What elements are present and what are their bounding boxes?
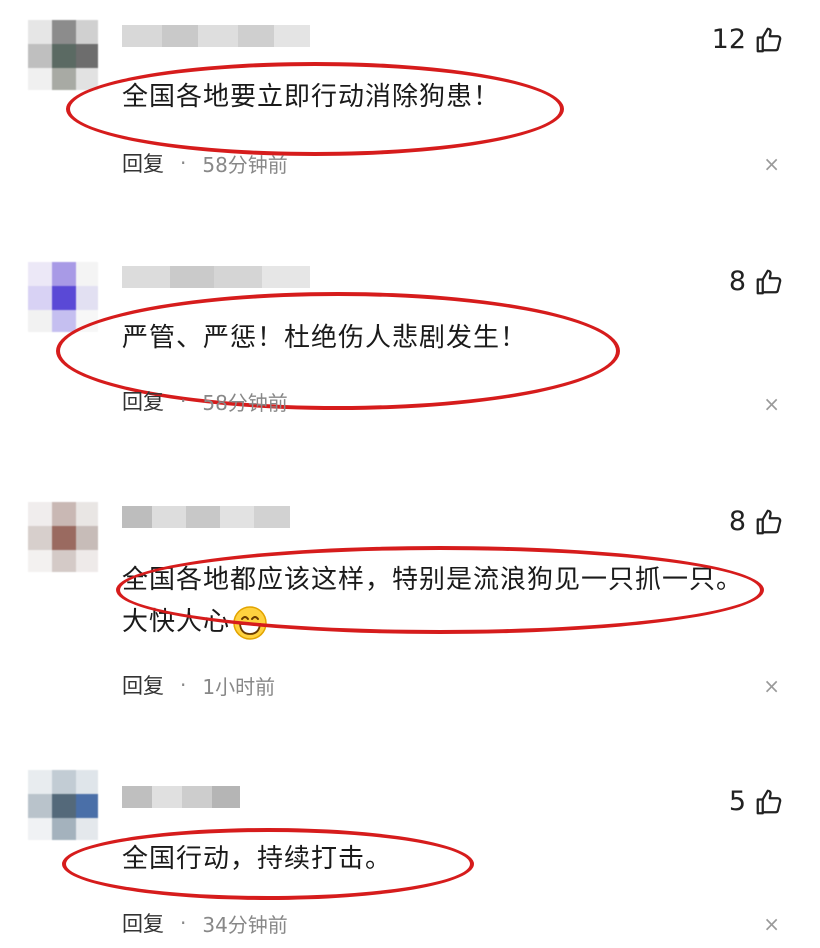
like-count: 8 xyxy=(728,506,746,537)
close-icon[interactable]: × xyxy=(763,392,780,416)
comment-text: 全国行动，持续打击。 xyxy=(122,844,393,874)
avatar[interactable] xyxy=(28,502,98,572)
comment-meta: 回复 · 58分钟前 xyxy=(122,386,288,416)
reply-button[interactable]: 回复 xyxy=(122,148,164,178)
username-blurred[interactable] xyxy=(122,25,310,47)
thumbs-up-icon[interactable] xyxy=(754,267,784,297)
close-icon[interactable]: × xyxy=(763,674,780,698)
like-count: 8 xyxy=(728,266,746,297)
like-control[interactable]: 12 xyxy=(712,24,784,55)
grinning-face-icon xyxy=(233,605,267,640)
like-count: 12 xyxy=(711,24,746,55)
avatar[interactable] xyxy=(28,770,98,840)
like-control[interactable]: 8 xyxy=(729,506,784,537)
close-icon[interactable]: × xyxy=(763,912,780,936)
like-control[interactable]: 5 xyxy=(729,786,784,817)
comment-item: 12 全国各地要立即行动消除狗患！ 回复 · 58分钟前 × xyxy=(0,20,820,220)
like-count: 5 xyxy=(728,786,746,817)
reply-button[interactable]: 回复 xyxy=(122,908,164,938)
reply-button[interactable]: 回复 xyxy=(122,386,164,416)
comment-meta: 回复 · 1小时前 xyxy=(122,670,275,700)
comment-meta: 回复 · 58分钟前 xyxy=(122,148,288,178)
close-icon[interactable]: × xyxy=(763,152,780,176)
reply-button[interactable]: 回复 xyxy=(122,670,164,700)
comment-text: 全国各地要立即行动消除狗患！ xyxy=(122,82,501,112)
username-blurred[interactable] xyxy=(122,266,310,288)
comment-meta: 回复 · 34分钟前 xyxy=(122,908,288,938)
avatar[interactable] xyxy=(28,20,98,90)
thumbs-up-icon[interactable] xyxy=(754,507,784,537)
timestamp: 58分钟前 xyxy=(202,152,288,177)
username-blurred[interactable] xyxy=(122,506,290,528)
comment-item: 5 全国行动，持续打击。 回复 · 34分钟前 × xyxy=(0,770,820,948)
username-blurred[interactable] xyxy=(122,786,240,808)
avatar[interactable] xyxy=(28,262,98,332)
comment-item: 8 全国各地都应该这样，特别是流浪狗见一只抓一只。 大快人心 回复 · 1小时前… xyxy=(0,502,820,722)
thumbs-up-icon[interactable] xyxy=(754,25,784,55)
timestamp: 58分钟前 xyxy=(202,390,288,415)
comment-text: 全国各地都应该这样，特别是流浪狗见一只抓一只。 xyxy=(122,565,744,595)
comment-text: 严管、严惩！杜绝伤人悲剧发生！ xyxy=(122,323,528,353)
comment-item: 8 严管、严惩！杜绝伤人悲剧发生！ 回复 · 58分钟前 × xyxy=(0,262,820,462)
like-control[interactable]: 8 xyxy=(729,266,784,297)
timestamp: 1小时前 xyxy=(202,674,276,699)
comment-text-line2: 大快人心 xyxy=(122,599,268,645)
timestamp: 34分钟前 xyxy=(202,912,288,937)
thumbs-up-icon[interactable] xyxy=(754,787,784,817)
